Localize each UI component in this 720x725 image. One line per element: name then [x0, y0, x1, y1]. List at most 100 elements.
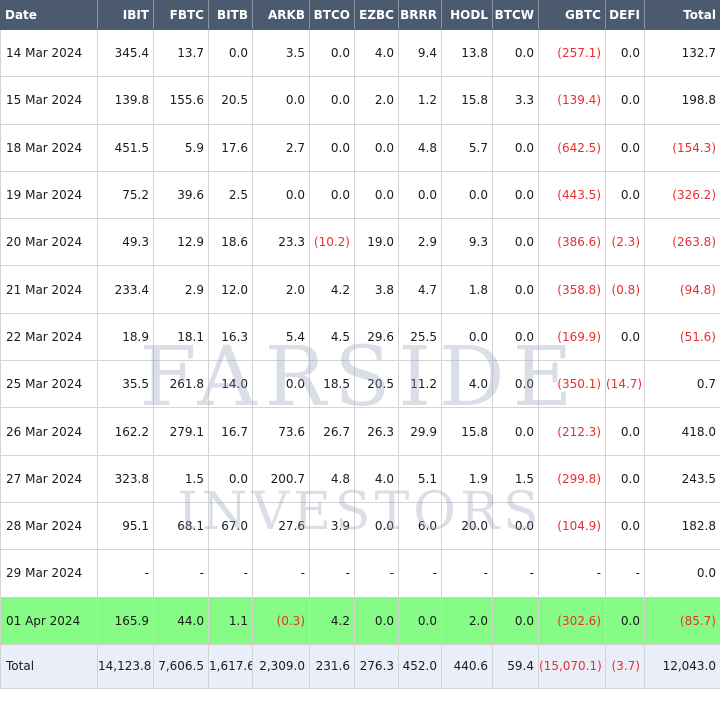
value-cell: 1.1: [208, 596, 253, 645]
value-cell: 4.0: [354, 28, 399, 78]
header-brrr: BRRR: [398, 0, 442, 30]
value-cell: (14.7): [605, 360, 645, 409]
table-row: 19 Mar 2024 75.2 39.6 2.5 0.0 0.0 0.0 0.0 0.0 0.0…: [0, 170, 720, 220]
value-cell: 0.0: [492, 123, 539, 172]
value-cell: 0.0: [605, 28, 645, 78]
value-cell: 279.1: [153, 407, 209, 456]
value-cell: 15.8: [441, 76, 493, 125]
value-cell: 261.8: [153, 360, 209, 409]
row-label-cell: 20 Mar 2024: [0, 218, 98, 267]
value-cell: 23.3: [252, 218, 310, 267]
value-cell: 4.2: [309, 265, 355, 314]
row-label-cell: 29 Mar 2024: [0, 549, 98, 598]
table-row: 26 Mar 2024 162.2 279.1 16.7 73.6 26.7 26.3 29.…: [0, 407, 720, 456]
value-cell: -: [492, 549, 539, 598]
value-cell: 7,606.5: [153, 643, 209, 689]
header-date: Date: [0, 0, 98, 30]
value-cell: 49.3: [97, 218, 154, 267]
table-row: 28 Mar 2024 95.1 68.1 67.0 27.6 3.9 0.0 6.0 20.0…: [0, 501, 720, 551]
value-cell: -: [441, 549, 493, 598]
value-cell: 67.0: [208, 501, 253, 551]
value-cell: (51.6): [644, 312, 720, 362]
value-cell: 0.0: [252, 170, 310, 220]
value-cell: 0.0: [605, 76, 645, 125]
value-cell: 29.6: [354, 312, 399, 362]
value-cell: (642.5): [538, 123, 606, 172]
value-cell: 323.8: [97, 454, 154, 503]
value-cell: 5.7: [441, 123, 493, 172]
value-cell: (104.9): [538, 501, 606, 551]
value-cell: 0.0: [605, 170, 645, 220]
value-cell: 451.5: [97, 123, 154, 172]
row-label-cell: 22 Mar 2024: [0, 312, 98, 362]
value-cell: 162.2: [97, 407, 154, 456]
value-cell: (302.6): [538, 596, 606, 645]
value-cell: 0.0: [354, 501, 399, 551]
table-header-row: Date IBIT FBTC BITB ARKB BTCO EZBC BRRR HODL BTCW…: [0, 0, 720, 30]
table-row: 18 Mar 2024 451.5 5.9 17.6 2.7 0.0 0.0 4.8 5.7 0.…: [0, 123, 720, 172]
row-label-cell: 28 Mar 2024: [0, 501, 98, 551]
header-ezbc: EZBC: [354, 0, 399, 30]
value-cell: 0.0: [309, 170, 355, 220]
value-cell: 18.9: [97, 312, 154, 362]
value-cell: 2.9: [398, 218, 442, 267]
value-cell: (212.3): [538, 407, 606, 456]
value-cell: 4.0: [354, 454, 399, 503]
value-cell: 1.2: [398, 76, 442, 125]
value-cell: 5.1: [398, 454, 442, 503]
value-cell: (443.5): [538, 170, 606, 220]
row-label-cell: 27 Mar 2024: [0, 454, 98, 503]
value-cell: 0.0: [208, 28, 253, 78]
value-cell: 29.9: [398, 407, 442, 456]
row-label-cell: 15 Mar 2024: [0, 76, 98, 125]
row-label-cell: 14 Mar 2024: [0, 28, 98, 78]
table-row: 14 Mar 2024 345.4 13.7 0.0 3.5 0.0 4.0 9.4 13.8 0…: [0, 28, 720, 78]
value-cell: 0.0: [605, 454, 645, 503]
value-cell: 0.0: [309, 28, 355, 78]
value-cell: -: [309, 549, 355, 598]
value-cell: 44.0: [153, 596, 209, 645]
value-cell: 0.0: [252, 76, 310, 125]
value-cell: -: [538, 549, 606, 598]
value-cell: 18.5: [309, 360, 355, 409]
value-cell: 75.2: [97, 170, 154, 220]
value-cell: -: [605, 549, 645, 598]
value-cell: 11.2: [398, 360, 442, 409]
value-cell: 200.7: [252, 454, 310, 503]
value-cell: 2.0: [441, 596, 493, 645]
value-cell: (386.6): [538, 218, 606, 267]
value-cell: 2,309.0: [252, 643, 310, 689]
value-cell: 276.3: [354, 643, 399, 689]
table-row: 29 Mar 2024- - - - - - - - - - -0.0: [0, 549, 720, 598]
row-label-cell: 18 Mar 2024: [0, 123, 98, 172]
value-cell: 9.3: [441, 218, 493, 267]
row-label-cell: 01 Apr 2024: [0, 596, 98, 645]
value-cell: 18.6: [208, 218, 253, 267]
value-cell: (257.1): [538, 28, 606, 78]
value-cell: 4.8: [309, 454, 355, 503]
value-cell: 13.8: [441, 28, 493, 78]
value-cell: 452.0: [398, 643, 442, 689]
value-cell: (15,070.1): [538, 643, 606, 689]
table-row: 15 Mar 2024 139.8 155.6 20.5 0.0 0.0 2.0 1.2 15.…: [0, 76, 720, 125]
value-cell: 0.0: [605, 123, 645, 172]
value-cell: 9.4: [398, 28, 442, 78]
value-cell: 0.0: [398, 170, 442, 220]
value-cell: 2.9: [153, 265, 209, 314]
value-cell: 68.1: [153, 501, 209, 551]
value-cell: 95.1: [97, 501, 154, 551]
value-cell: 5.9: [153, 123, 209, 172]
header-ibit: IBIT: [97, 0, 154, 30]
header-defi: DEFI: [605, 0, 645, 30]
total-row: Total 14,123.8 7,606.5 1,617.6 2,309.0 231.6 2…: [0, 643, 720, 689]
value-cell: 1.9: [441, 454, 493, 503]
value-cell: (299.8): [538, 454, 606, 503]
value-cell: (154.3): [644, 123, 720, 172]
table-row: 01 Apr 2024 165.9 44.0 1.1 (0.3) 4.2 0.0 0.0 2.0…: [0, 596, 720, 645]
value-cell: 12.9: [153, 218, 209, 267]
value-cell: 26.7: [309, 407, 355, 456]
value-cell: 5.4: [252, 312, 310, 362]
row-label-cell: 19 Mar 2024: [0, 170, 98, 220]
value-cell: 25.5: [398, 312, 442, 362]
value-cell: 26.3: [354, 407, 399, 456]
